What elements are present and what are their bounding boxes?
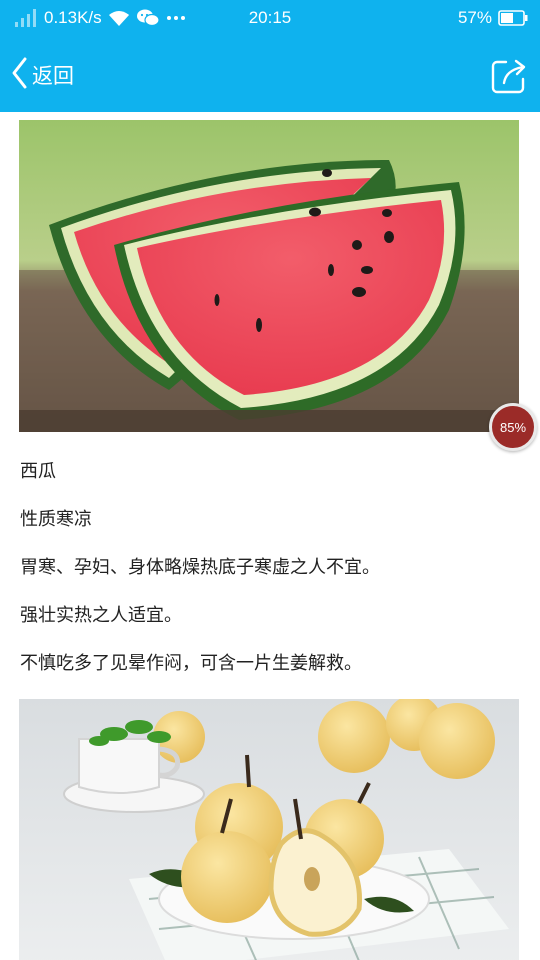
article-content[interactable]: 西瓜 性质寒凉 胃寒、孕妇、身体略燥热底子寒虚之人不宜。 强壮实热之人适宜。 不… bbox=[0, 112, 540, 960]
share-button[interactable] bbox=[490, 57, 528, 95]
status-bar: 0.13K/s 20:15 57% bbox=[0, 0, 540, 38]
progress-badge[interactable]: 85% bbox=[489, 403, 537, 451]
watermelon-photo bbox=[19, 120, 519, 432]
battery-percent: 57% bbox=[457, 8, 492, 27]
title-bar: 返回 bbox=[0, 38, 540, 112]
back-chevron-icon bbox=[10, 56, 28, 94]
status-right: 57% bbox=[458, 8, 528, 28]
back-button[interactable]: 返回 bbox=[10, 56, 74, 94]
share-icon bbox=[490, 59, 528, 99]
article-line: 不慎吃多了见晕作闷，可含一片生姜解救。 bbox=[20, 653, 362, 674]
article-line: 性质寒凉 bbox=[20, 509, 92, 530]
pears-photo bbox=[19, 699, 519, 960]
article-heading: 西瓜 bbox=[20, 461, 56, 482]
battery-icon bbox=[498, 10, 528, 26]
article-line: 胃寒、孕妇、身体略燥热底子寒虚之人不宜。 bbox=[20, 557, 380, 578]
article-line: 强壮实热之人适宜。 bbox=[20, 605, 182, 626]
back-label: 返回 bbox=[32, 64, 74, 88]
